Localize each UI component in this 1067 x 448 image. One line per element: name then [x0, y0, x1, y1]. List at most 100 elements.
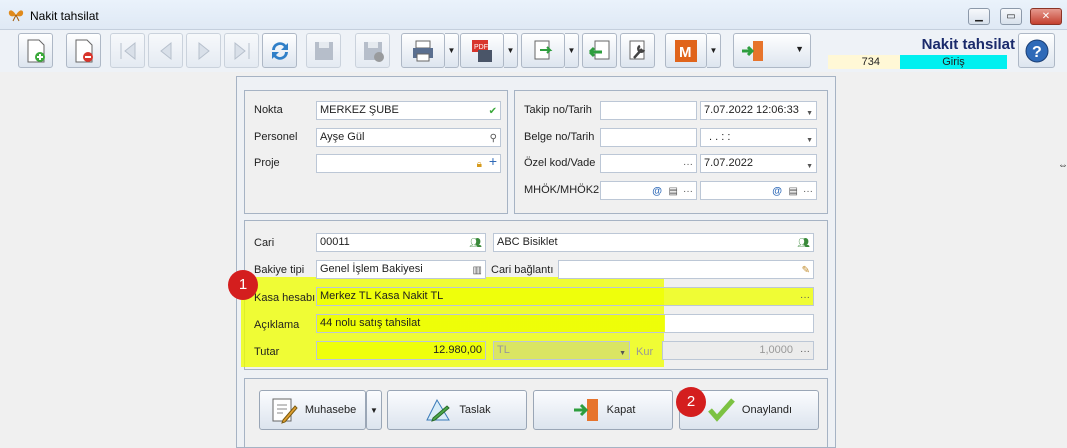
- save-close-button[interactable]: [355, 33, 390, 68]
- kur-label: Kur: [636, 346, 654, 358]
- nokta-field[interactable]: MERKEZ ŞUBE ✔: [316, 101, 501, 120]
- delete-document-icon: [75, 39, 93, 62]
- cari-baglanti-field[interactable]: ✎: [558, 260, 814, 279]
- print-button[interactable]: [401, 33, 445, 68]
- next-record-button[interactable]: [186, 33, 221, 68]
- takip-date-field[interactable]: 7.07.2022 12:06:33 ▼: [700, 101, 817, 120]
- draft-icon: [426, 398, 451, 422]
- svg-text:PDF: PDF: [474, 44, 488, 51]
- ellipsis-icon[interactable]: ···: [800, 289, 810, 305]
- new-button[interactable]: [18, 33, 53, 68]
- printer-icon: [413, 40, 433, 61]
- takip-no-field[interactable]: [600, 101, 697, 120]
- personel-field[interactable]: Ayşe Gül ⚲: [316, 128, 501, 147]
- tutar-field[interactable]: 12.980,00: [316, 341, 486, 360]
- pdf-save-icon: PDF: [472, 39, 492, 62]
- chevron-down-icon[interactable]: ▼: [619, 345, 626, 359]
- proje-field[interactable]: 🔒︎ +: [316, 154, 501, 173]
- mhok-label: MHÖK/MHÖK2: [524, 184, 600, 196]
- exit-door-icon: [742, 40, 763, 61]
- vade-date-field[interactable]: 7.07.2022 ▼: [700, 154, 817, 173]
- kapat-label: Kapat: [606, 404, 636, 416]
- at-icon[interactable]: @: [772, 183, 782, 199]
- close-button[interactable]: ✕: [1030, 8, 1062, 25]
- at-icon[interactable]: @: [652, 183, 662, 199]
- ellipsis-icon[interactable]: ···: [683, 156, 693, 172]
- mhok2-field[interactable]: @ ▤ ···: [700, 181, 817, 200]
- onaylandi-label: Onaylandı: [741, 404, 793, 416]
- save-button[interactable]: [306, 33, 341, 68]
- minimize-button[interactable]: ▁: [968, 8, 990, 25]
- currency-select[interactable]: TL ▼: [493, 341, 630, 360]
- bakiye-value: Genel İşlem Bakiyesi: [320, 263, 423, 275]
- kur-field[interactable]: 1,0000 ···: [662, 341, 814, 360]
- exit-door-icon: [573, 399, 598, 421]
- export-dropdown[interactable]: ▼: [565, 33, 579, 68]
- taslak-button[interactable]: Taslak: [387, 390, 527, 430]
- chevron-down-icon[interactable]: ▼: [806, 132, 813, 146]
- belge-label: Belge no/Tarih: [524, 131, 595, 143]
- refresh-icon: [271, 41, 288, 60]
- settings-button[interactable]: [620, 33, 655, 68]
- m-button[interactable]: M: [665, 33, 707, 68]
- annotation-badge-2: 2: [676, 387, 706, 417]
- card-icon[interactable]: ▤: [669, 183, 678, 199]
- exit-dropdown-arrow[interactable]: ▼: [795, 44, 804, 54]
- help-button[interactable]: ?: [1018, 33, 1055, 68]
- muhasebe-dropdown[interactable]: ▼: [366, 390, 382, 430]
- save-cancel-icon: [363, 41, 384, 62]
- users-icon[interactable]: 👥︎: [469, 235, 482, 251]
- bakiye-field[interactable]: Genel İşlem Bakiyesi ▥: [316, 260, 486, 279]
- user-search-icon[interactable]: ⚲: [490, 130, 497, 146]
- muhasebe-button[interactable]: Muhasebe: [259, 390, 366, 430]
- personel-value: Ayşe Gül: [320, 131, 365, 143]
- delete-button[interactable]: [66, 33, 101, 68]
- m-dropdown[interactable]: ▼: [707, 33, 721, 68]
- butterfly-icon: [8, 10, 24, 22]
- ellipsis-icon[interactable]: ···: [803, 183, 813, 199]
- aciklama-field[interactable]: 44 nolu satış tahsilat: [316, 314, 814, 333]
- pdf-dropdown[interactable]: ▼: [504, 33, 518, 68]
- ellipsis-icon[interactable]: ···: [683, 183, 693, 199]
- nokta-value: MERKEZ ŞUBE: [320, 104, 399, 116]
- previous-icon: [159, 41, 171, 60]
- return-icon: [588, 40, 609, 59]
- ozel-code-field[interactable]: ···: [600, 154, 697, 173]
- mhok-field[interactable]: @ ▤ ···: [600, 181, 697, 200]
- maximize-button[interactable]: ▭: [1000, 8, 1022, 25]
- kapat-button[interactable]: Kapat: [533, 390, 673, 430]
- cari-code-field[interactable]: 00011 👥︎: [316, 233, 486, 252]
- add-icon[interactable]: +: [489, 155, 497, 170]
- first-record-button[interactable]: [110, 33, 145, 68]
- export-icon: [534, 40, 553, 59]
- ellipsis-icon[interactable]: ···: [800, 343, 810, 359]
- belge-no-field[interactable]: [600, 128, 697, 147]
- chevron-down-icon[interactable]: ▼: [806, 105, 813, 119]
- refresh-button[interactable]: [262, 33, 297, 68]
- card-icon[interactable]: ▤: [789, 183, 798, 199]
- taslak-label: Taslak: [459, 404, 491, 416]
- last-record-button[interactable]: [224, 33, 259, 68]
- checkmark-icon: [708, 398, 735, 422]
- previous-record-button[interactable]: [148, 33, 183, 68]
- pdf-button[interactable]: PDF: [460, 33, 504, 68]
- cari-label: Cari: [254, 237, 275, 249]
- takip-date-value: 7.07.2022 12:06:33: [704, 104, 799, 116]
- users-icon[interactable]: 👥︎: [797, 235, 810, 251]
- svg-text:M: M: [679, 44, 692, 61]
- barcode-icon[interactable]: ▥: [473, 262, 482, 278]
- currency-value: TL: [497, 344, 510, 356]
- cari-name-field[interactable]: ABC Bisiklet 👥︎: [493, 233, 814, 252]
- export-button[interactable]: [521, 33, 565, 68]
- belge-date-field[interactable]: . . : : ▼: [700, 128, 817, 147]
- kasa-field[interactable]: Merkez TL Kasa Nakit TL ···: [316, 287, 814, 306]
- print-dropdown[interactable]: ▼: [445, 33, 459, 68]
- proje-label: Proje: [254, 157, 280, 169]
- kur-value: 1,0000: [759, 344, 793, 356]
- back-button[interactable]: [582, 33, 617, 68]
- m-logo-icon: M: [675, 39, 697, 62]
- chevron-down-icon[interactable]: ▼: [806, 158, 813, 172]
- mode-indicator: Giriş: [900, 55, 1007, 69]
- exit-button[interactable]: ▼: [733, 33, 811, 68]
- pencil-icon[interactable]: ✎: [802, 262, 810, 278]
